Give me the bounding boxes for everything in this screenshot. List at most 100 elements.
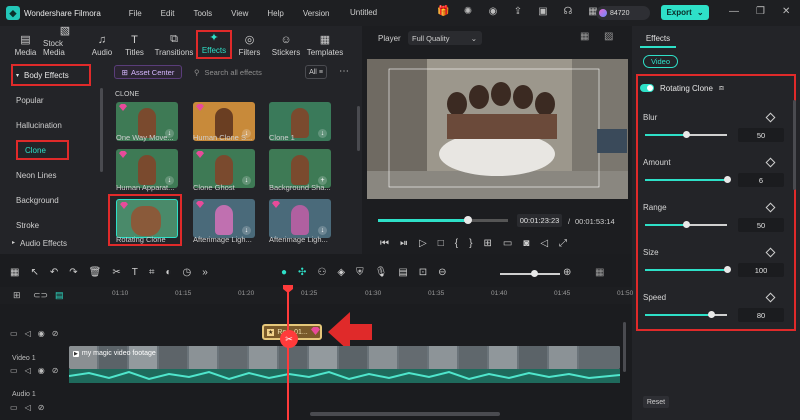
play-pause-icon[interactable]: ⏯ [400, 238, 408, 249]
menu-view[interactable]: View [231, 9, 248, 18]
zoom-slider-track[interactable] [500, 273, 560, 275]
video-subtab[interactable]: Video [643, 55, 678, 68]
track-settings-icon[interactable]: ▤ [55, 290, 64, 301]
video-preview[interactable] [367, 59, 628, 199]
menu-file[interactable]: File [129, 9, 142, 18]
tab-transitions[interactable]: ⧉ Transitions [152, 30, 196, 59]
filter-all-button[interactable]: All ≡ [305, 65, 327, 79]
upload-icon[interactable]: ⇪ [512, 6, 524, 18]
folder-icon[interactable]: ▭ [10, 403, 18, 412]
library-scrollbar[interactable] [357, 106, 360, 151]
split-scissors-icon[interactable]: ✂ [280, 330, 298, 348]
render-icon[interactable]: ⊞ [483, 238, 491, 249]
category-clone[interactable]: Clone [16, 140, 69, 160]
minimize-icon[interactable]: — [729, 6, 739, 17]
folder-icon[interactable]: ▭ [10, 329, 18, 338]
more-tools-icon[interactable]: » [202, 267, 208, 278]
gift-icon[interactable]: 🎁 [437, 6, 449, 18]
speaker-icon[interactable]: ◁ [25, 403, 31, 412]
color-match-icon[interactable]: ◐ [165, 267, 171, 278]
properties-scrollbar[interactable] [793, 100, 796, 190]
tab-filters[interactable]: ◎ Filters [232, 30, 267, 59]
tab-titles[interactable]: T Titles [117, 30, 152, 59]
snap-icon[interactable]: ✣ [298, 267, 306, 278]
camera-icon[interactable]: ◙ [523, 238, 529, 249]
audio-effects-category[interactable]: ▸ Audio Effects [12, 239, 67, 248]
tab-effects-properties[interactable]: Effects [640, 30, 676, 48]
timeline-vertical-scrollbar[interactable] [623, 322, 626, 372]
display-icon[interactable]: ▭ [503, 238, 512, 249]
asset-center-button[interactable]: ⊞ Asset Center [114, 65, 182, 79]
zoom-slider-handle[interactable] [531, 270, 538, 277]
grid-layout-icon[interactable]: ▦ [10, 267, 19, 278]
effect-settings-icon[interactable]: ⧈ [719, 83, 724, 93]
current-time[interactable]: 00:01:23:23 [517, 214, 562, 227]
grid-view-icon[interactable]: ▦ [580, 31, 589, 42]
param-slider-handle[interactable] [724, 266, 731, 273]
playback-progress-handle[interactable] [464, 216, 472, 224]
export-button[interactable]: Export ⌄ [661, 5, 709, 20]
timeline-scrollbar[interactable] [310, 412, 500, 416]
menu-version[interactable]: Version [303, 9, 330, 18]
playhead[interactable] [287, 287, 289, 420]
folder-icon[interactable]: ▭ [10, 366, 18, 375]
credits-badge[interactable]: 84720 [596, 6, 650, 20]
tab-media[interactable]: ▤ Media [8, 30, 43, 59]
zoom-out-icon[interactable]: ⊖ [438, 267, 446, 278]
category-popular[interactable]: Popular [16, 96, 44, 105]
render-preview-icon[interactable]: ● [281, 267, 287, 278]
layout-icon[interactable]: ▦ [595, 267, 604, 278]
speaker-icon[interactable]: ◁ [25, 329, 31, 338]
lock-icon[interactable]: ⊘ [38, 403, 45, 412]
param-slider-handle[interactable] [708, 311, 715, 318]
crop-icon[interactable]: ⌗ [149, 267, 155, 278]
select-tool-icon[interactable]: ↖ [30, 267, 38, 278]
previous-frame-icon[interactable]: ⏮ [380, 238, 389, 249]
tab-audio[interactable]: ♫ Audio [87, 30, 117, 59]
param-value[interactable]: 50 [738, 128, 784, 142]
tab-stock-media[interactable]: ▧ Stock Media [43, 25, 87, 59]
lock-icon[interactable]: ⊘ [52, 329, 59, 338]
stop-icon[interactable]: □ [438, 238, 444, 249]
menu-help[interactable]: Help [267, 9, 283, 18]
fullscreen-icon[interactable]: ⤢ [559, 238, 567, 249]
mark-in-icon[interactable]: { [455, 238, 458, 249]
tab-templates[interactable]: ▦ Templates [305, 30, 345, 59]
eye-icon[interactable]: ◉ [38, 329, 45, 338]
save-icon[interactable]: ▣ [537, 6, 549, 18]
reset-button[interactable]: Reset [643, 396, 669, 408]
param-slider-handle[interactable] [724, 176, 731, 183]
account-icon[interactable]: ◉ [487, 6, 499, 18]
eye-icon[interactable]: ◉ [38, 366, 45, 375]
headset-icon[interactable]: ☊ [562, 6, 574, 18]
close-icon[interactable]: ✕ [782, 6, 790, 17]
param-value[interactable]: 100 [738, 263, 784, 277]
menu-edit[interactable]: Edit [161, 9, 175, 18]
play-icon[interactable]: ▷ [419, 238, 427, 249]
effect-thumbnail[interactable]: ↓ [193, 199, 255, 238]
undo-icon[interactable]: ↶ [50, 267, 58, 278]
body-effects-category[interactable]: ▾ Body Effects [11, 64, 91, 86]
record-icon[interactable]: 🎙 [375, 267, 388, 278]
speed-icon[interactable]: ◷ [183, 267, 192, 278]
brightness-icon[interactable]: ✺ [462, 6, 474, 18]
volume-icon[interactable]: ◁ [540, 238, 548, 249]
param-value[interactable]: 6 [738, 173, 784, 187]
search-input[interactable]: ⚲ Search all effects [194, 65, 304, 79]
category-neon-lines[interactable]: Neon Lines [16, 171, 56, 180]
voiceover-icon[interactable]: ▤ [398, 267, 407, 278]
split-audio-icon[interactable]: ⊡ [419, 267, 427, 278]
ai-icon[interactable]: ⚇ [317, 267, 326, 278]
redo-icon[interactable]: ↷ [69, 267, 77, 278]
mark-out-icon[interactable]: } [469, 238, 472, 249]
shield-icon[interactable]: ⛨ [356, 267, 364, 278]
category-scrollbar[interactable] [100, 88, 103, 172]
mark-icon[interactable]: ◈ [337, 267, 345, 278]
speaker-icon[interactable]: ◁ [25, 366, 31, 375]
quality-dropdown[interactable]: Full Quality ⌄ [408, 31, 482, 45]
delete-icon[interactable]: 🗑 [89, 267, 102, 278]
param-value[interactable]: 80 [738, 308, 784, 322]
tab-stickers[interactable]: ☺ Stickers [267, 30, 305, 59]
lock-icon[interactable]: ⊘ [52, 366, 59, 375]
param-slider-handle[interactable] [683, 221, 690, 228]
